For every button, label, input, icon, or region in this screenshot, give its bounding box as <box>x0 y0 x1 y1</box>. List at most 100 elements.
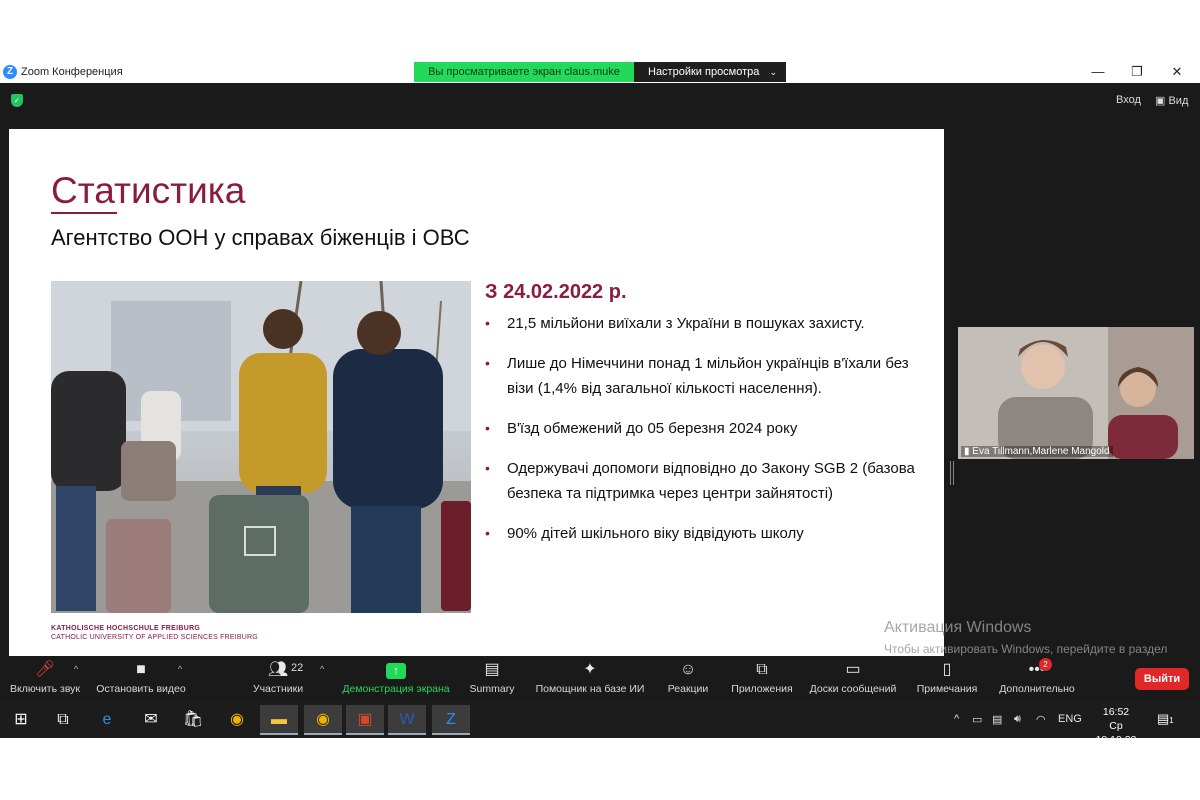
file-explorer-icon[interactable]: ▬ <box>260 705 298 735</box>
show-hidden-icons-icon[interactable]: ^ <box>954 713 959 725</box>
more-dots-icon: ••• <box>1028 661 1046 678</box>
share-screen-button[interactable]: ↑ Демонстрация экрана <box>340 660 452 695</box>
window-titlebar: Z Zoom Конференция Вы просматриваете экр… <box>0 62 1200 83</box>
apps-label: Приложения <box>731 683 793 695</box>
refugees-photo <box>51 281 471 613</box>
notification-count: 1 <box>1169 716 1174 725</box>
view-settings-dropdown[interactable]: Настройки просмотра ⌄ <box>634 62 786 82</box>
powerpoint-icon[interactable]: ▣ <box>346 705 384 735</box>
video-camera-icon: ■ <box>136 661 146 678</box>
zoom-logo-icon: Z <box>3 65 17 79</box>
participants-count: 22 <box>291 662 304 674</box>
participant-names-label: ▮ Eva Tillmann,Marlene Mangold <box>961 446 1113 457</box>
slide-subtitle: Агентство ООН у справах біженців і ОВС <box>51 225 470 250</box>
reactions-label: Реакции <box>667 683 709 695</box>
battery-icon[interactable]: ▭ <box>972 713 982 726</box>
taskbar-clock[interactable]: 16:52 Ср 18.10.23 <box>1088 705 1144 747</box>
bullet-item: Лише до Німеччини понад 1 мільйон україн… <box>485 351 925 401</box>
bullet-item: 21,5 мільйони виїхали з України в пошука… <box>485 311 925 336</box>
stop-video-label: Остановить видео <box>96 683 186 695</box>
task-view-icon[interactable]: ⧉ <box>44 705 82 735</box>
reaction-emoji-icon: ☺ <box>679 661 697 678</box>
university-caption-en: CATHOLIC UNIVERSITY OF APPLIED SCIENCES … <box>51 634 258 641</box>
unmute-label: Включить звук <box>9 683 81 695</box>
screen-share-banner: Вы просматриваете экран claus.muke <box>414 62 634 82</box>
word-icon[interactable]: W <box>388 705 426 735</box>
ai-assistant-button[interactable]: ✦ Помощник на базе ИИ <box>532 660 648 695</box>
volume-icon[interactable]: 🔊︎ <box>1014 713 1021 726</box>
summary-icon: ▤ <box>484 661 500 678</box>
clock-time: 16:52 <box>1102 706 1130 718</box>
chrome-window-icon[interactable]: ◉ <box>304 705 342 735</box>
summary-label: Summary <box>469 683 515 695</box>
more-label: Дополнительно <box>999 683 1075 695</box>
ai-assistant-label: Помощник на базе ИИ <box>535 683 645 695</box>
photo-illustration <box>51 281 471 613</box>
bullet-item: 90% дітей шкільного віку відвідують школ… <box>485 521 925 546</box>
windows-start-icon[interactable]: ⊞ <box>2 705 40 735</box>
participant-video-tile[interactable]: ▮ Eva Tillmann,Marlene Mangold <box>958 327 1194 459</box>
whiteboard-icon: ▭ <box>845 661 861 678</box>
muted-microphone-icon: 🎤︎ <box>34 661 56 678</box>
signal-bars-icon: ▮ <box>964 446 970 457</box>
notification-glyph: ▤ <box>1157 711 1170 726</box>
minimize-button[interactable]: — <box>1083 63 1113 81</box>
apps-icon: ⧉ <box>756 661 768 678</box>
sparkle-icon: ✦ <box>583 661 597 678</box>
participants-options-caret[interactable]: ^ <box>320 664 324 674</box>
participant-names: Eva Tillmann,Marlene Mangold <box>972 446 1110 457</box>
wifi-icon[interactable]: ◠ <box>1036 713 1046 726</box>
summary-button[interactable]: ▤ Summary <box>466 660 518 695</box>
close-button[interactable]: ✕ <box>1162 63 1192 81</box>
slide-title: Статистика <box>51 170 246 211</box>
share-screen-icon: ↑ <box>340 660 452 680</box>
network-icon[interactable]: ▤ <box>992 713 1002 726</box>
share-screen-label: Демонстрация экрана <box>342 683 450 695</box>
unmute-button[interactable]: 🎤︎ Включить звук <box>6 660 84 695</box>
audio-options-caret[interactable]: ^ <box>74 664 78 674</box>
chrome-icon[interactable]: ◉ <box>218 705 256 735</box>
chevron-down-icon: ⌄ <box>769 67 777 77</box>
more-notification-badge: 2 <box>1039 658 1052 671</box>
bullet-item: Одержувачі допомоги відповідно до Закону… <box>485 456 925 506</box>
meeting-area: ✓ Вход ▣ Вид Статистика Агентство ООН у … <box>0 83 1200 656</box>
video-options-caret[interactable]: ^ <box>178 664 182 674</box>
mail-icon[interactable]: ✉ <box>132 705 170 735</box>
panel-resize-handle[interactable] <box>950 461 954 485</box>
windows-activation-title: Активация Windows <box>884 619 1032 636</box>
app-title: Zoom Конференция <box>21 66 123 78</box>
view-settings-label: Настройки просмотра <box>648 66 760 78</box>
shared-screen-slide: Статистика Агентство ООН у справах біжен… <box>9 129 944 656</box>
meeting-toolbar: 🎤︎ Включить звук ^ ■ Остановить видео ^ … <box>0 656 1200 702</box>
store-icon[interactable]: 🛍︎ <box>174 705 212 735</box>
zoom-taskbar-icon[interactable]: Z <box>432 705 470 735</box>
notification-center-icon[interactable]: ▤1 <box>1157 711 1177 729</box>
language-indicator[interactable]: ENG <box>1058 713 1082 725</box>
date-heading: З 24.02.2022 р. <box>485 281 627 303</box>
bullet-list: 21,5 мільйони виїхали з України в пошука… <box>485 311 925 561</box>
view-label: Вид <box>1168 95 1189 107</box>
participant-video-image <box>958 327 1194 459</box>
view-icon: ▣ <box>1155 95 1166 107</box>
enter-button[interactable]: Вход <box>1116 94 1141 106</box>
whiteboards-label: Доски сообщений <box>809 683 897 695</box>
apps-button[interactable]: ⧉ Приложения <box>728 660 796 695</box>
more-button[interactable]: ••• Дополнительно <box>996 660 1078 695</box>
notes-button[interactable]: ▯ Примечания <box>914 660 980 695</box>
university-caption-de: KATHOLISCHE HOCHSCHULE FREIBURG <box>51 625 201 632</box>
edge-browser-icon[interactable]: e <box>88 705 126 735</box>
notes-icon: ▯ <box>942 661 952 678</box>
windows-taskbar: ⊞ ⧉ e ✉ 🛍︎ ◉ ▬ ◉ ▣ W Z ^ ▭ ▤ 🔊︎ ◠ ENG 16… <box>0 702 1200 746</box>
bullet-item: В'їзд обмежений до 05 березня 2024 року <box>485 416 925 441</box>
reactions-button[interactable]: ☺ Реакции <box>664 660 712 695</box>
notes-label: Примечания <box>916 683 978 695</box>
restore-button[interactable]: ❐ <box>1122 63 1152 81</box>
view-button[interactable]: ▣ Вид <box>1155 94 1188 107</box>
participants-label: Участники <box>252 683 304 695</box>
title-underline <box>51 212 117 214</box>
whiteboards-button[interactable]: ▭ Доски сообщений <box>806 660 900 695</box>
encryption-shield-icon[interactable]: ✓ <box>11 94 23 107</box>
leave-button[interactable]: Выйти <box>1135 668 1189 690</box>
clock-date: Ср 18.10.23 <box>1095 720 1137 746</box>
stop-video-button[interactable]: ■ Остановить видео <box>94 660 188 695</box>
